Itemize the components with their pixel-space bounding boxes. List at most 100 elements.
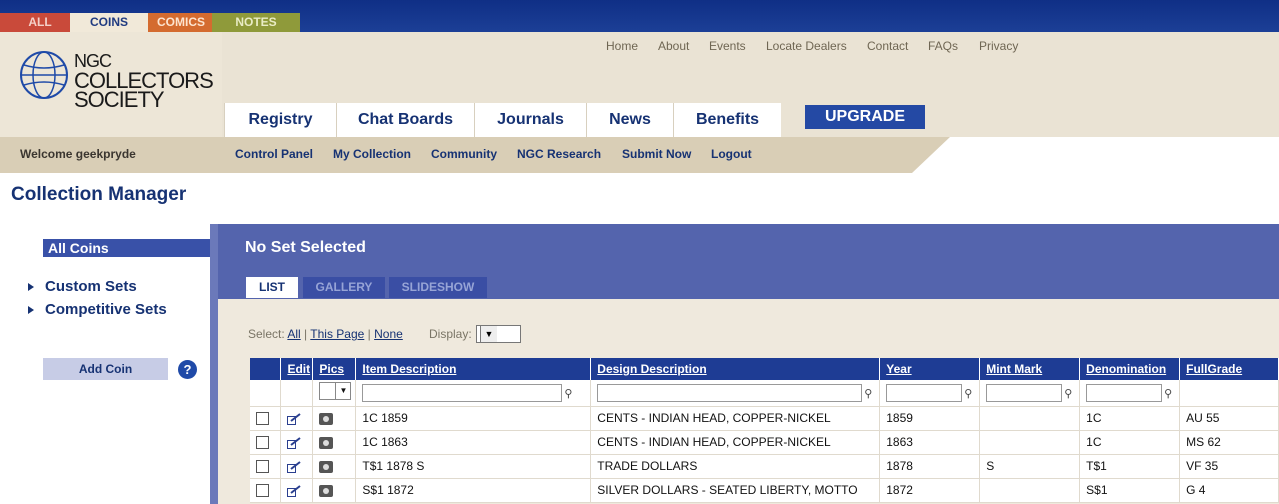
- row-design: TRADE DOLLARS: [590, 454, 881, 479]
- edit-icon[interactable]: [287, 413, 302, 425]
- row-edit-cell: [280, 406, 314, 431]
- row-edit-cell: [280, 478, 314, 503]
- util-privacy[interactable]: Privacy: [979, 39, 1018, 53]
- sidebar-custom-sets[interactable]: Custom Sets: [28, 278, 137, 295]
- row-denom: 1C: [1079, 406, 1181, 431]
- select-all-link[interactable]: All: [287, 327, 300, 341]
- help-icon[interactable]: ?: [178, 360, 197, 379]
- select-none-link[interactable]: None: [374, 327, 403, 341]
- filter-design: ⚲: [590, 380, 881, 407]
- table-row: S$1 1872 SILVER DOLLARS - SEATED LIBERTY…: [250, 478, 1279, 503]
- filter-row: ▼ ⚲ ⚲ ⚲ ⚲ ⚲: [250, 380, 1279, 407]
- nav-news[interactable]: News: [586, 103, 673, 137]
- row-mint: [979, 406, 1081, 431]
- sidebar-all-coins[interactable]: All Coins: [43, 239, 210, 257]
- nav-registry[interactable]: Registry: [224, 103, 336, 137]
- subnav-control-panel[interactable]: Control Panel: [235, 147, 313, 161]
- col-denomination[interactable]: Denomination: [1079, 358, 1181, 380]
- chevron-down-icon: ▼: [335, 383, 350, 400]
- filter-pin-icon[interactable]: ⚲: [964, 388, 972, 400]
- col-edit[interactable]: Edit: [280, 358, 314, 380]
- row-pics-cell: [312, 430, 357, 455]
- filter-pin-icon[interactable]: ⚲: [564, 388, 572, 400]
- tab-list[interactable]: LIST: [246, 277, 298, 298]
- nav-benefits[interactable]: Benefits: [673, 103, 781, 137]
- tab-gallery[interactable]: GALLERY: [303, 277, 385, 298]
- subnav-my-collection[interactable]: My Collection: [333, 147, 411, 161]
- camera-icon[interactable]: [319, 412, 334, 425]
- nav-journals[interactable]: Journals: [474, 103, 586, 137]
- row-checkbox[interactable]: [256, 484, 269, 498]
- row-checkbox-cell: [250, 478, 282, 503]
- row-item: T$1 1878 S: [355, 454, 592, 479]
- filter-pin-icon[interactable]: ⚲: [864, 388, 872, 400]
- row-checkbox-cell: [250, 406, 282, 431]
- design-filter-input[interactable]: [597, 383, 863, 402]
- row-grade: AU 55: [1179, 406, 1279, 431]
- filter-pin-icon[interactable]: ⚲: [1064, 388, 1072, 400]
- row-pics-cell: [312, 478, 357, 503]
- col-year[interactable]: Year: [879, 358, 981, 380]
- row-item: S$1 1872: [355, 478, 592, 503]
- row-pics-cell: [312, 454, 357, 479]
- sidebar-competitive-sets-label: Competitive Sets: [45, 301, 167, 318]
- subnav-logout[interactable]: Logout: [711, 147, 752, 161]
- mint-filter-input[interactable]: [986, 383, 1063, 402]
- col-fullgrade[interactable]: FullGrade: [1179, 358, 1279, 380]
- row-mint: S: [979, 454, 1081, 479]
- item-filter-input[interactable]: [362, 383, 563, 402]
- tab-slideshow[interactable]: SLIDESHOW: [389, 277, 487, 298]
- display-select[interactable]: 50 ▼: [476, 325, 521, 343]
- row-checkbox[interactable]: [256, 436, 269, 450]
- row-design: SILVER DOLLARS - SEATED LIBERTY, MOTTO: [590, 478, 881, 503]
- row-checkbox[interactable]: [256, 412, 269, 426]
- subnav-ngc-research[interactable]: NGC Research: [517, 147, 601, 161]
- util-faqs[interactable]: FAQs: [928, 39, 958, 53]
- subnav-community[interactable]: Community: [431, 147, 497, 161]
- col-design-description[interactable]: Design Description: [590, 358, 881, 380]
- denomination-filter-input[interactable]: [1086, 383, 1163, 402]
- site-tab-all[interactable]: ALL: [0, 13, 80, 32]
- edit-icon[interactable]: [287, 485, 302, 497]
- subnav-submit-now[interactable]: Submit Now: [622, 147, 691, 161]
- util-events[interactable]: Events: [709, 39, 746, 53]
- sidebar-competitive-sets[interactable]: Competitive Sets: [28, 301, 167, 318]
- site-tab-notes[interactable]: NOTES: [212, 13, 300, 32]
- row-edit-cell: [280, 430, 314, 455]
- edit-icon[interactable]: [287, 461, 302, 473]
- row-year: 1859: [879, 406, 981, 431]
- pics-filter-select[interactable]: ▼: [319, 382, 352, 401]
- row-edit-cell: [280, 454, 314, 479]
- select-row: Select: All | This Page | None: [248, 327, 403, 341]
- col-item-description[interactable]: Item Description: [355, 358, 592, 380]
- row-grade: MS 62: [1179, 430, 1279, 455]
- camera-icon[interactable]: [319, 436, 334, 449]
- sidebar-scrollbar[interactable]: [210, 224, 218, 504]
- col-select: [250, 358, 282, 380]
- triangle-right-icon: [28, 283, 34, 292]
- row-checkbox[interactable]: [256, 460, 269, 474]
- table-row: T$1 1878 S TRADE DOLLARS 1878 S T$1 VF 3…: [250, 454, 1279, 479]
- col-pics[interactable]: Pics: [312, 358, 357, 380]
- upgrade-button[interactable]: UPGRADE: [805, 105, 925, 129]
- add-coin-button[interactable]: Add Coin: [43, 358, 168, 380]
- util-about[interactable]: About: [658, 39, 689, 53]
- year-filter-input[interactable]: [886, 383, 963, 402]
- nav-chat-boards[interactable]: Chat Boards: [336, 103, 474, 137]
- row-year: 1863: [879, 430, 981, 455]
- filter-empty: [280, 380, 314, 407]
- row-mint: [979, 478, 1081, 503]
- globe-icon: [20, 51, 68, 99]
- site-tab-coins[interactable]: COINS: [70, 13, 148, 32]
- filter-pin-icon[interactable]: ⚲: [1164, 388, 1172, 400]
- camera-icon[interactable]: [319, 484, 334, 497]
- select-this-page-link[interactable]: This Page: [310, 327, 364, 341]
- col-mint-mark[interactable]: Mint Mark: [979, 358, 1081, 380]
- edit-icon[interactable]: [287, 437, 302, 449]
- site-tab-comics[interactable]: COMICS: [140, 13, 222, 32]
- util-locate-dealers[interactable]: Locate Dealers: [766, 39, 847, 53]
- row-grade: G 4: [1179, 478, 1279, 503]
- util-contact[interactable]: Contact: [867, 39, 908, 53]
- util-home[interactable]: Home: [606, 39, 638, 53]
- camera-icon[interactable]: [319, 460, 334, 473]
